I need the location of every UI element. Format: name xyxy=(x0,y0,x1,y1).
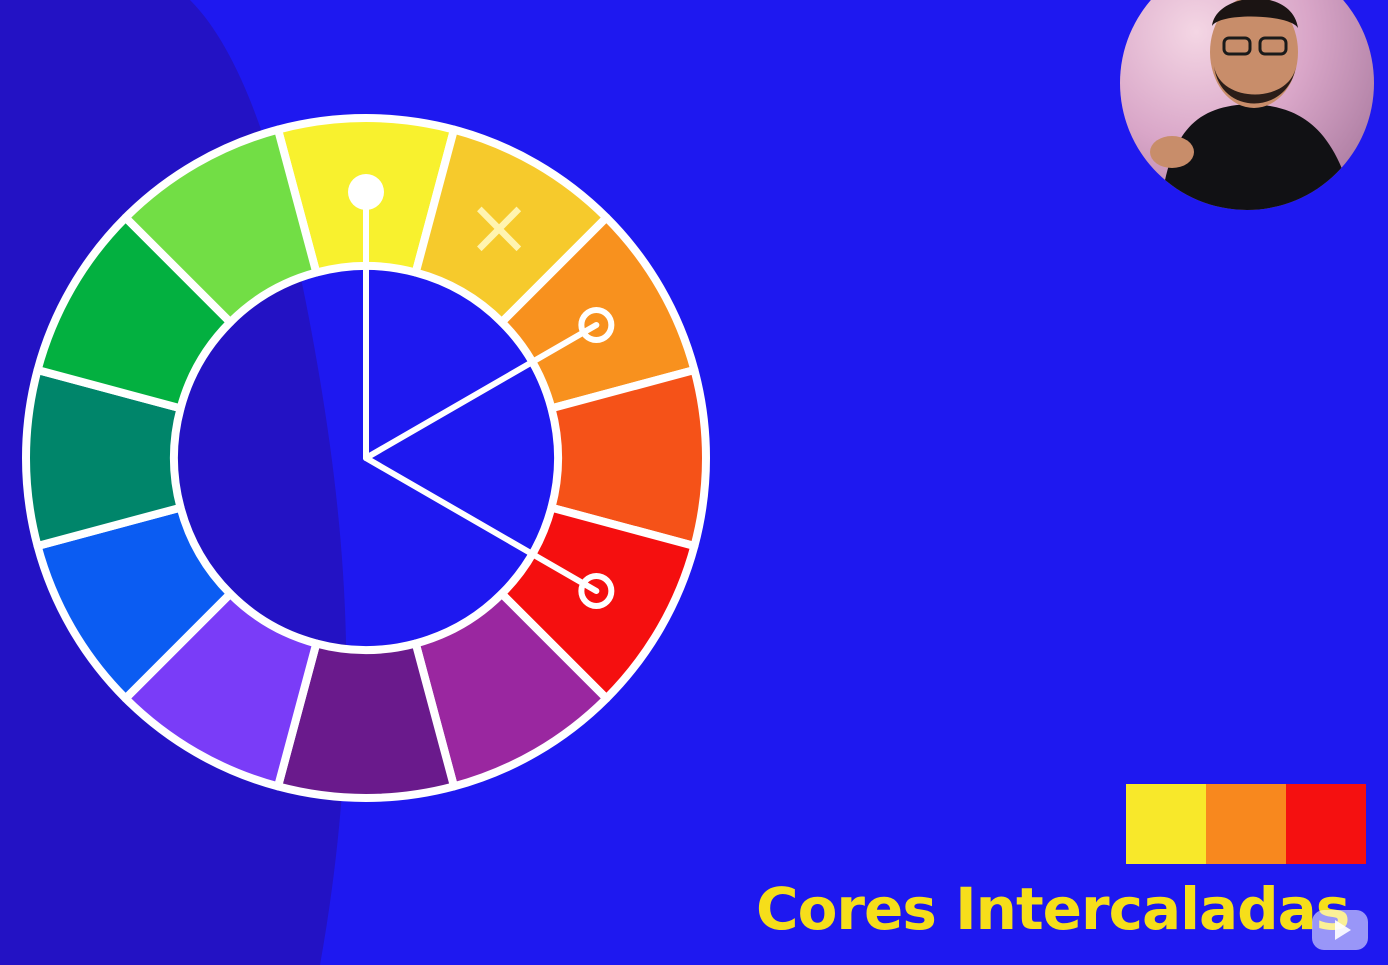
presenter-webcam xyxy=(1120,0,1374,210)
presenter-avatar-icon xyxy=(1150,0,1355,210)
excluded-x-icon: × xyxy=(466,183,531,273)
slide: { "slide": { "title": "Cores Intercalada… xyxy=(0,0,1388,965)
palette-swatch-yellow xyxy=(1126,784,1206,864)
palette-swatch-orange xyxy=(1206,784,1286,864)
color-wheel: × xyxy=(22,114,710,802)
palette xyxy=(1126,784,1366,864)
watermark-logo-icon xyxy=(1312,910,1368,950)
pointer-knob-yellow xyxy=(348,174,384,210)
slide-title: Cores Intercaladas xyxy=(756,875,1350,943)
palette-swatch-red xyxy=(1286,784,1366,864)
